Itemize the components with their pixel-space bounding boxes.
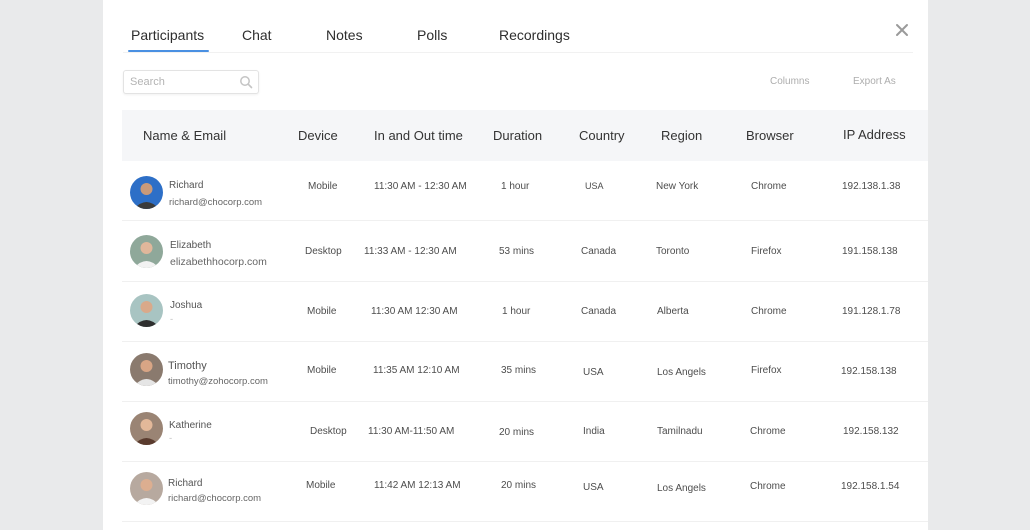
table-row[interactable]: Richard richard@chocorp.com Mobile 11:42…: [122, 462, 928, 522]
person-avatar-icon: [130, 353, 163, 386]
time-cell: 11:30 AM 12:30 AM: [371, 306, 458, 317]
ip-address-cell: 192.138.1.38: [842, 181, 901, 192]
table-row[interactable]: Joshua - Mobile 11:30 AM 12:30 AM 1 hour…: [122, 282, 928, 342]
duration-cell: 53 mins: [499, 246, 535, 257]
participant-name: Joshua: [170, 300, 203, 311]
device-cell: Mobile: [308, 181, 338, 192]
participant-name: Richard: [169, 180, 204, 191]
tab-chat[interactable]: Chat: [242, 27, 272, 43]
browser-cell: Chrome: [750, 481, 786, 492]
person-avatar-icon: [130, 472, 163, 505]
avatar: [130, 176, 163, 209]
country-cell: India: [583, 426, 605, 437]
browser-cell: Chrome: [751, 181, 787, 192]
close-icon: [896, 24, 908, 36]
tab-polls[interactable]: Polls: [417, 27, 447, 43]
browser-cell: Chrome: [750, 426, 786, 437]
participant-email: richard@chocorp.com: [169, 197, 263, 208]
device-cell: Mobile: [306, 480, 336, 491]
device-cell: Desktop: [310, 426, 347, 437]
search-icon[interactable]: [239, 75, 253, 89]
tab-recordings[interactable]: Recordings: [499, 27, 570, 43]
person-avatar-icon: [130, 412, 163, 445]
person-avatar-icon: [130, 235, 163, 268]
participant-email: elizabethhocorp.com: [170, 256, 267, 268]
column-header-browser: Browser: [746, 128, 794, 143]
search-box: [123, 70, 259, 94]
country-cell: Canada: [581, 306, 617, 317]
participant-email: -: [170, 314, 174, 325]
region-cell: Tamilnadu: [657, 426, 703, 437]
time-cell: 11:33 AM - 12:30 AM: [364, 246, 457, 257]
table-row[interactable]: Katherine - Desktop 11:30 AM-11:50 AM 20…: [122, 402, 928, 462]
duration-cell: 20 mins: [499, 427, 535, 438]
table-row[interactable]: Elizabeth elizabethhocorp.com Desktop 11…: [122, 222, 928, 282]
duration-cell: 1 hour: [501, 181, 530, 192]
person-avatar-icon: [130, 176, 163, 209]
column-header-ip-address: IP Address: [843, 127, 906, 142]
column-header-region: Region: [661, 128, 703, 143]
ip-address-cell: 192.158.138: [841, 366, 897, 377]
search-input[interactable]: [124, 71, 236, 93]
participant-email: timothy@zohocorp.com: [168, 376, 268, 387]
country-cell: USA: [583, 367, 604, 378]
participant-name: Richard: [168, 478, 203, 489]
column-header-in-out-time: In and Out time: [374, 128, 463, 143]
duration-cell: 20 mins: [501, 480, 537, 491]
country-cell: Canada: [581, 246, 617, 257]
ip-address-cell: 192.158.1.54: [841, 481, 900, 492]
avatar: [130, 294, 163, 327]
region-cell: Los Angels: [657, 483, 706, 494]
device-cell: Mobile: [307, 306, 337, 317]
time-cell: 11:30 AM - 12:30 AM: [374, 181, 467, 192]
participant-name: Elizabeth: [170, 240, 212, 251]
avatar: [130, 235, 163, 268]
tab-notes[interactable]: Notes: [326, 27, 363, 43]
country-cell: USA: [583, 482, 604, 493]
participant-name: Timothy: [168, 360, 207, 372]
device-cell: Desktop: [305, 246, 342, 257]
ip-address-cell: 191.128.1.78: [842, 306, 901, 317]
region-cell: New York: [656, 181, 699, 192]
ip-address-cell: 191.158.138: [842, 246, 898, 257]
participant-name: Katherine: [169, 420, 212, 431]
columns-button[interactable]: Columns: [770, 76, 809, 87]
column-header-name-email: Name & Email: [143, 128, 227, 143]
column-header-country: Country: [579, 128, 625, 143]
table-row[interactable]: Timothy timothy@zohocorp.com Mobile 11:3…: [122, 342, 928, 402]
time-cell: 11:42 AM 12:13 AM: [374, 480, 461, 491]
ip-address-cell: 192.158.132: [843, 426, 899, 437]
avatar: [130, 353, 163, 386]
export-as-button[interactable]: Export As: [853, 76, 896, 87]
tabs-divider: [123, 52, 913, 53]
participant-email: richard@chocorp.com: [168, 493, 262, 504]
region-cell: Toronto: [656, 246, 690, 257]
region-cell: Alberta: [657, 306, 689, 317]
browser-cell: Chrome: [751, 306, 787, 317]
avatar: [130, 412, 163, 445]
browser-cell: Firefox: [751, 246, 782, 257]
duration-cell: 1 hour: [502, 306, 531, 317]
table-header: Name & Email Device In and Out time Dura…: [122, 110, 928, 161]
participant-email: -: [169, 433, 173, 444]
region-cell: Los Angels: [657, 367, 706, 378]
country-cell: USA: [585, 181, 604, 191]
column-header-device: Device: [298, 128, 338, 143]
active-tab-indicator: [128, 50, 209, 52]
close-button[interactable]: [892, 20, 912, 40]
time-cell: 11:30 AM-11:50 AM: [368, 426, 455, 437]
duration-cell: 35 mins: [501, 365, 537, 376]
tab-participants[interactable]: Participants: [131, 27, 204, 43]
table-row[interactable]: Richard richard@chocorp.com Mobile 11:30…: [122, 161, 928, 221]
browser-cell: Firefox: [751, 365, 782, 376]
person-avatar-icon: [130, 294, 163, 327]
avatar: [130, 472, 163, 505]
device-cell: Mobile: [307, 365, 337, 376]
participants-panel: Participants Chat Notes Polls Recordings…: [103, 0, 928, 530]
column-header-duration: Duration: [493, 128, 543, 143]
time-cell: 11:35 AM 12:10 AM: [373, 365, 460, 376]
